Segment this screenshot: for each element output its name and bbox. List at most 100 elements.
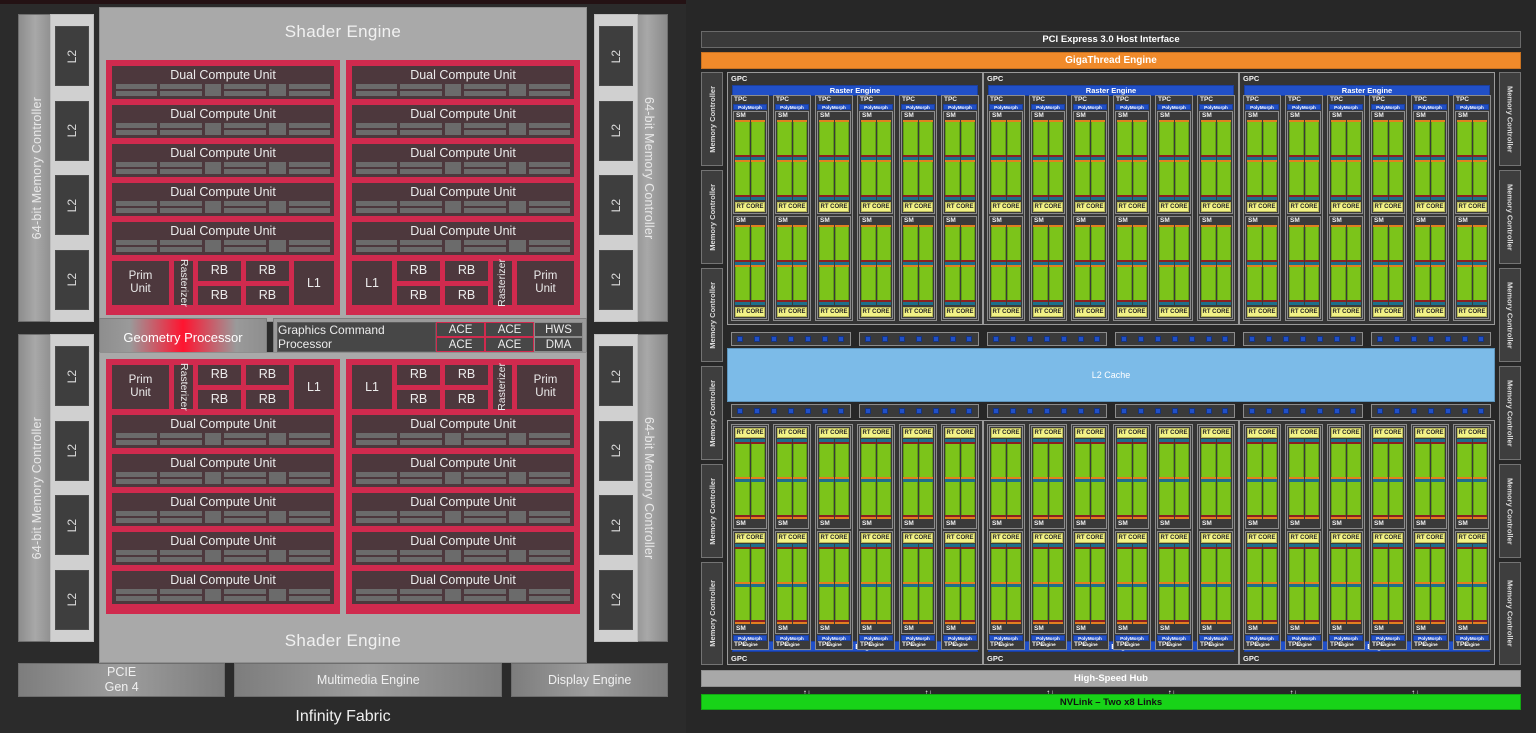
cache-band [1075, 197, 1090, 200]
cuda-core-group [1431, 587, 1446, 620]
tpc-label: TPC [1156, 641, 1192, 649]
rasterizer: Rasterizer [492, 260, 513, 306]
cuda-core-group [1331, 122, 1346, 155]
dual-compute-unit: Dual Compute Unit [351, 531, 575, 566]
rt-core: RT CORE [1201, 428, 1231, 438]
gpc-label: GPC [987, 74, 1003, 83]
sm-label: SM [1246, 217, 1278, 225]
sm-block: SMRT CORE [901, 111, 935, 214]
sm-core-column [1373, 544, 1388, 624]
cache-band [877, 197, 892, 200]
cuda-core-group [735, 549, 750, 582]
sm-block: RT CORESM [1115, 531, 1149, 634]
scheduler-band [735, 517, 750, 519]
sm-label: SM [1158, 217, 1190, 225]
sm-core-column [945, 544, 960, 624]
cache-band [793, 197, 808, 200]
polymorph-engine: PolyMorph Engine [1115, 104, 1149, 110]
cuda-core-group [991, 227, 1006, 260]
tpc-label: TPC [1072, 96, 1108, 104]
tpc-label: TPC [1244, 641, 1280, 649]
sm-core-column [1389, 120, 1404, 200]
render-backend: RB [396, 285, 441, 307]
scheduler-band [1033, 517, 1048, 519]
cuda-core-group [1117, 482, 1132, 515]
tpc-label: TPC [1030, 641, 1066, 649]
rasterizer: Rasterizer [173, 364, 194, 410]
scheduler-band [1175, 517, 1190, 519]
cuda-core-group [1247, 549, 1262, 582]
sm-core-column [1091, 439, 1106, 519]
rt-core: RT CORE [777, 533, 807, 543]
sm-block: SMRT CORE [943, 111, 977, 214]
cuda-core-group [961, 444, 976, 477]
sm-label: SM [818, 520, 850, 528]
rt-core: RT CORE [1247, 428, 1277, 438]
dual-compute-unit: Dual Compute Unit [111, 531, 335, 566]
cuda-core-group [919, 162, 934, 195]
rt-core: RT CORE [1117, 533, 1147, 543]
cache-band [1117, 197, 1132, 200]
sm-core-array [734, 439, 766, 520]
cuda-core-group [1263, 227, 1278, 260]
sm-core-column [1331, 225, 1346, 305]
memory-controller-right-3: Memory Controller [1499, 268, 1521, 362]
scheduler-band [1091, 517, 1106, 519]
cache-band [1049, 197, 1064, 200]
cuda-core-group [877, 482, 892, 515]
rt-core: RT CORE [1289, 533, 1319, 543]
cache-band [1289, 302, 1304, 305]
sm-core-array [1158, 439, 1190, 520]
sm-core-column [961, 120, 976, 200]
cuda-core-group [835, 267, 850, 300]
sm-label: SM [902, 217, 934, 225]
cache-band [1347, 197, 1362, 200]
scheduler-band [1389, 517, 1404, 519]
dual-compute-unit: Dual Compute Unit [111, 453, 335, 488]
sm-label: SM [818, 112, 850, 120]
cuda-core-group [751, 482, 766, 515]
cuda-core-group [1133, 444, 1148, 477]
sm-label: SM [1456, 520, 1488, 528]
memory-controller-label: 64-bit Memory Controller [642, 417, 656, 559]
cuda-core-group [1133, 587, 1148, 620]
scheduler-band [1201, 517, 1216, 519]
cache-band [751, 197, 766, 200]
cuda-core-group [1007, 122, 1022, 155]
rt-core: RT CORE [945, 533, 975, 543]
scheduler-band [1457, 622, 1472, 624]
sm-core-column [1175, 544, 1190, 624]
cache-band [903, 197, 918, 200]
sm-label: SM [944, 625, 976, 633]
amd-gpu-block-diagram: 64-bit Memory Controller 64-bit Memory C… [0, 0, 686, 733]
sm-core-column [777, 225, 792, 305]
sm-block: RT CORESM [775, 426, 809, 529]
scheduler-band [1247, 622, 1262, 624]
cuda-core-group [961, 587, 976, 620]
cuda-core-group [1431, 267, 1446, 300]
sm-block: SMRT CORE [1245, 111, 1279, 214]
tpc-block: TPCPolyMorph EngineSMRT CORESMRT CORE [731, 95, 769, 321]
sm-label: SM [1116, 217, 1148, 225]
tpc-block: RT CORESMRT CORESMPolyMorph EngineTPC [1327, 424, 1365, 650]
cuda-core-group [1075, 122, 1090, 155]
sm-block: RT CORESM [1287, 426, 1321, 529]
cuda-core-group [819, 122, 834, 155]
sm-core-column [1117, 120, 1132, 200]
sm-core-array [1372, 544, 1404, 625]
tpc-label: TPC [1286, 96, 1322, 104]
rt-core: RT CORE [1033, 428, 1063, 438]
sm-core-column [1033, 225, 1048, 305]
sm-core-column [1289, 225, 1304, 305]
gpc-label: GPC [987, 654, 1003, 663]
sm-core-array [990, 120, 1022, 201]
scheduler-band [1117, 622, 1132, 624]
memory-controller-left-3: Memory Controller [701, 268, 723, 362]
sm-core-column [903, 544, 918, 624]
sm-label: SM [1330, 520, 1362, 528]
scheduler-band [751, 517, 766, 519]
tpc-row-bottom-1: RT CORESMRT CORESMPolyMorph EngineTPCRT … [731, 424, 979, 650]
crossbar-port-group [859, 404, 979, 418]
rt-core: RT CORE [1247, 202, 1277, 212]
cuda-core-group [1033, 162, 1048, 195]
